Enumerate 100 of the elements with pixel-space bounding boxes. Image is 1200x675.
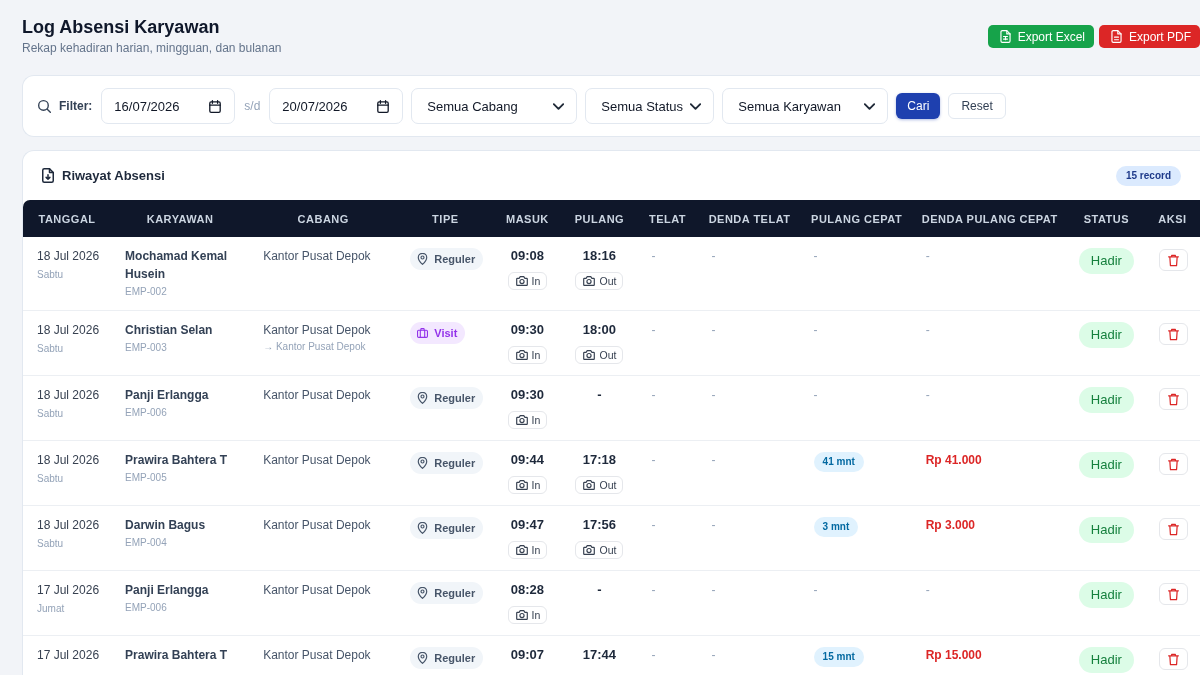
chevron-down-icon xyxy=(690,102,702,110)
early-leave-value: - xyxy=(813,322,819,339)
filter-dropdown[interactable]: Semua Karyawan xyxy=(722,88,889,124)
trash-icon xyxy=(1167,522,1179,536)
search-button[interactable]: Cari xyxy=(896,93,941,119)
column-header: DENDA TELAT xyxy=(697,200,802,237)
type-badge: Reguler xyxy=(410,582,484,604)
employee-id: EMP-005 xyxy=(125,471,168,485)
date-field[interactable]: 16/07/2026 xyxy=(101,88,236,124)
employee-name: Prawira Bahtera T xyxy=(125,647,229,664)
chevron-down-icon xyxy=(553,102,565,110)
photo-button[interactable]: In xyxy=(507,346,548,364)
type-badge: Reguler xyxy=(410,387,484,409)
employee-id: EMP-006 xyxy=(125,406,168,420)
camera-icon xyxy=(515,276,528,286)
delete-button[interactable] xyxy=(1158,518,1188,540)
employee-name: Panji Erlangga xyxy=(125,582,210,599)
trash-icon xyxy=(1167,253,1179,267)
late-value: - xyxy=(651,452,657,469)
day-text: Sabtu xyxy=(37,472,65,486)
photo-button[interactable]: In xyxy=(507,606,548,624)
branch-destination: → Kantor Pusat Depok xyxy=(263,340,367,354)
date-text: 18 Jul 2026 xyxy=(37,517,101,534)
status-badge: Hadir xyxy=(1078,452,1134,478)
delete-button[interactable] xyxy=(1158,323,1188,345)
photo-button[interactable]: In xyxy=(507,541,548,559)
status-badge: Hadir xyxy=(1078,517,1134,543)
calendar-icon xyxy=(377,99,390,113)
branch-name: Kantor Pusat Depok xyxy=(263,647,372,664)
calendar-icon xyxy=(209,99,222,113)
early-leave-fine-value: - xyxy=(925,248,931,265)
branch-name: Kantor Pusat Depok xyxy=(263,582,372,599)
delete-button[interactable] xyxy=(1158,648,1188,670)
status-badge: Hadir xyxy=(1078,582,1134,608)
late-fine-value: - xyxy=(711,387,717,404)
column-header: TANGGAL xyxy=(23,200,112,237)
photo-button[interactable]: Out xyxy=(575,541,624,559)
camera-icon xyxy=(515,415,528,425)
reset-button[interactable]: Reset xyxy=(948,93,1006,119)
photo-button[interactable]: Out xyxy=(575,476,624,494)
duration-badge: 41 mnt xyxy=(813,452,864,472)
card-title: Riwayat Absensi xyxy=(62,168,165,183)
type-badge: Reguler xyxy=(410,452,484,474)
time-text: 09:08 xyxy=(509,247,545,265)
date-range-separator: s/d xyxy=(243,99,262,113)
late-fine-value: - xyxy=(711,647,717,664)
photo-button[interactable]: In xyxy=(507,476,548,494)
photo-button[interactable]: In xyxy=(507,272,548,290)
camera-icon xyxy=(515,480,528,490)
delete-button[interactable] xyxy=(1158,249,1188,271)
type-badge: Reguler xyxy=(410,517,484,539)
time-text: 09:07 xyxy=(509,646,545,664)
column-header: KARYAWAN xyxy=(111,200,250,237)
early-leave-fine-value: - xyxy=(925,387,931,404)
photo-button[interactable]: Out xyxy=(575,272,624,290)
duration-badge: 15 mnt xyxy=(813,647,864,667)
filter-dropdown[interactable]: Semua Status xyxy=(585,88,715,124)
delete-button[interactable] xyxy=(1158,453,1188,475)
filter-dropdown[interactable]: Semua Cabang xyxy=(411,88,578,124)
employee-name: Panji Erlangga xyxy=(125,387,210,404)
early-leave-value: - xyxy=(813,582,819,599)
branch-name: Kantor Pusat Depok xyxy=(263,248,372,265)
employee-name: Darwin Bagus xyxy=(125,517,207,534)
photo-button[interactable]: In xyxy=(507,411,548,429)
time-text: - xyxy=(596,581,603,599)
time-text: - xyxy=(596,386,603,404)
photo-button[interactable]: Out xyxy=(575,346,624,364)
type-badge: Reguler xyxy=(410,647,484,669)
branch-name: Kantor Pusat Depok xyxy=(263,322,372,339)
late-value: - xyxy=(651,248,657,265)
day-text: Sabtu xyxy=(37,407,65,421)
trash-icon xyxy=(1167,457,1179,471)
employee-id: EMP-002 xyxy=(125,285,168,299)
date-field[interactable]: 20/07/2026 xyxy=(269,88,404,124)
time-text: 17:18 xyxy=(581,451,618,469)
camera-icon xyxy=(583,480,596,490)
early-leave-value: - xyxy=(813,387,819,404)
late-value: - xyxy=(651,322,657,339)
location-pin-icon xyxy=(417,392,429,404)
fine-amount: Rp 41.000 xyxy=(925,452,983,469)
column-header: AKSI xyxy=(1144,200,1200,237)
trash-icon xyxy=(1167,327,1179,341)
delete-button[interactable] xyxy=(1158,583,1188,605)
employee-name: Christian Selan xyxy=(125,322,214,339)
location-pin-icon xyxy=(417,652,429,664)
late-value: - xyxy=(651,517,657,534)
fine-amount: Rp 3.000 xyxy=(925,517,977,534)
location-pin-icon xyxy=(417,587,429,599)
late-fine-value: - xyxy=(711,322,717,339)
export-pdf-button[interactable]: Export PDF xyxy=(1099,25,1200,48)
status-badge: Hadir xyxy=(1078,387,1134,413)
branch-name: Kantor Pusat Depok xyxy=(263,387,372,404)
briefcase-icon xyxy=(417,327,429,339)
camera-icon xyxy=(583,350,596,360)
delete-button[interactable] xyxy=(1158,388,1188,410)
search-icon xyxy=(38,99,51,113)
day-text: Sabtu xyxy=(37,268,65,282)
date-text: 17 Jul 2026 xyxy=(37,582,101,599)
fine-amount: Rp 15.000 xyxy=(925,647,983,664)
employee-id: EMP-004 xyxy=(125,536,168,550)
